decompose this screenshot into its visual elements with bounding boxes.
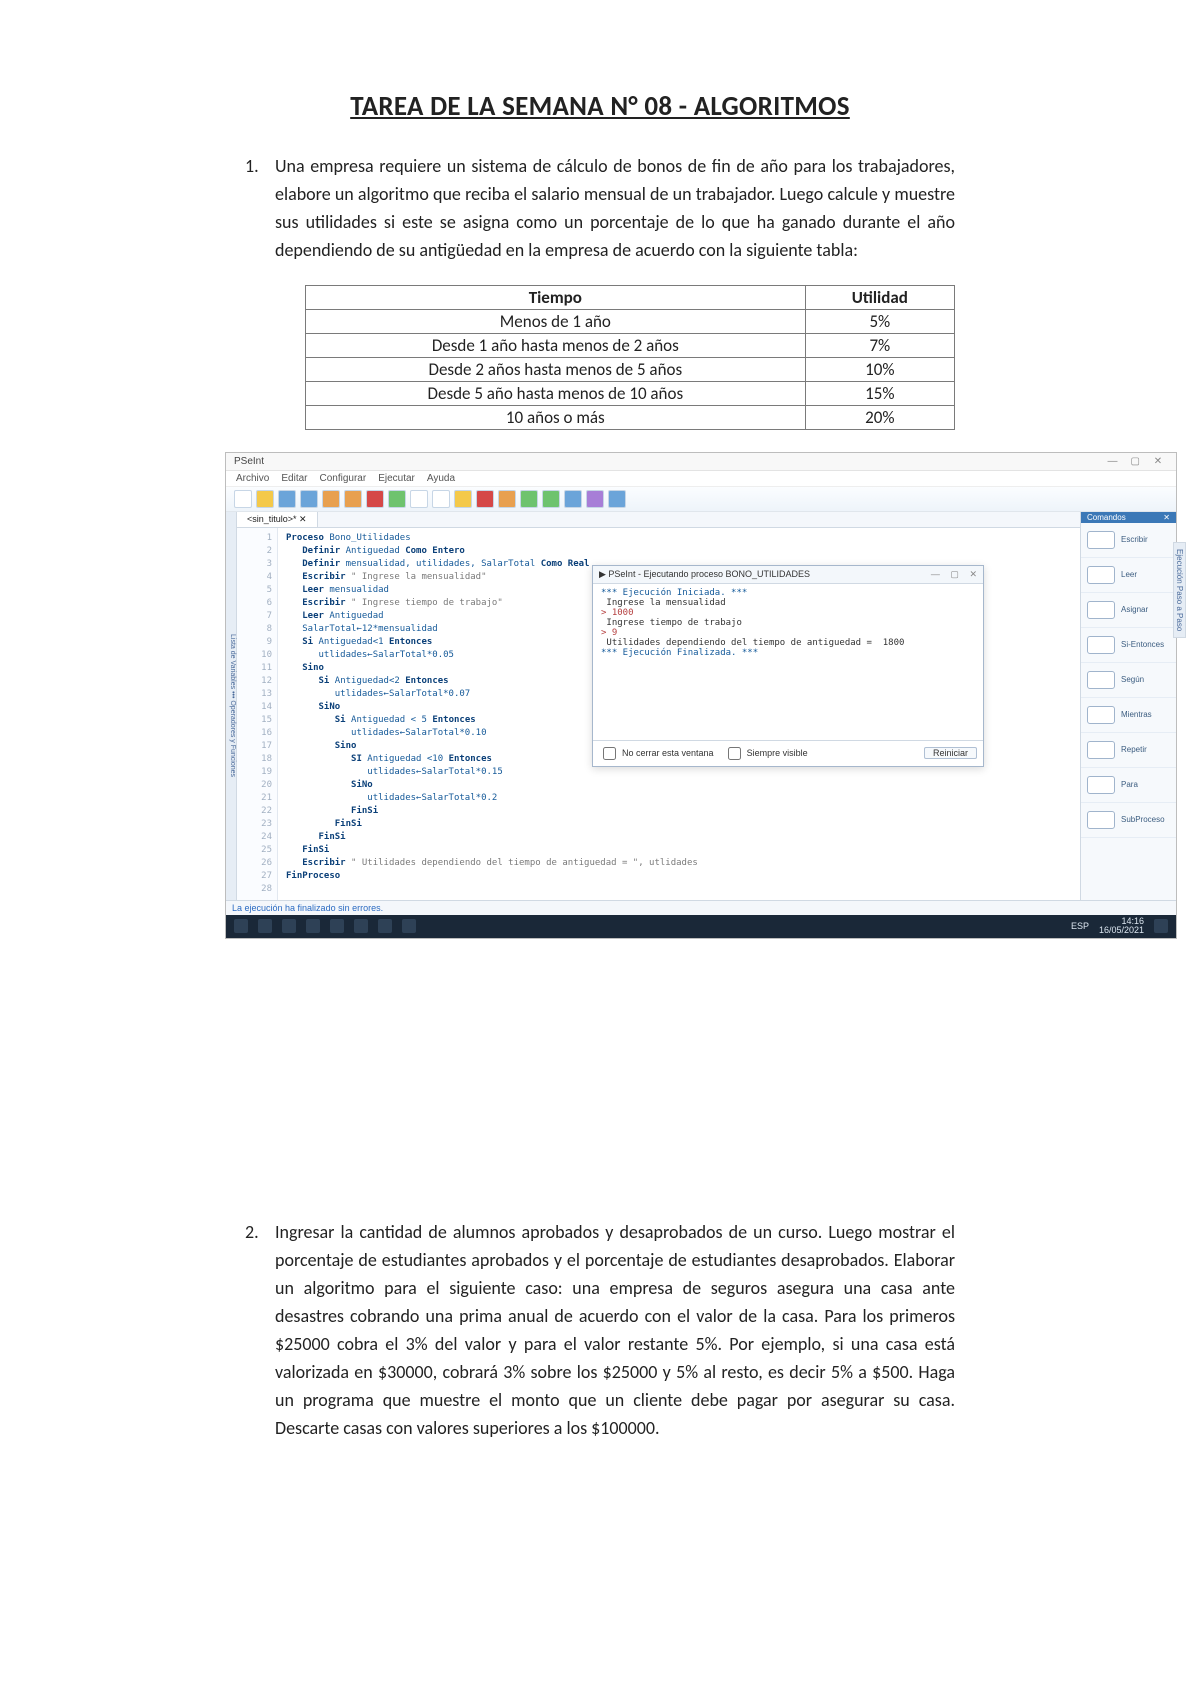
toolbar-button[interactable]: [344, 490, 362, 508]
para-icon: [1087, 776, 1115, 794]
toolbar-button[interactable]: [586, 490, 604, 508]
toolbar-button[interactable]: [608, 490, 626, 508]
status-bar: La ejecución ha finalizado sin errores.: [226, 900, 1176, 915]
toolbar-button[interactable]: [410, 490, 428, 508]
escribir-icon: [1087, 531, 1115, 549]
menu-editar[interactable]: Editar: [281, 473, 307, 484]
cmd-si-entonces[interactable]: Si-Entonces: [1081, 628, 1176, 663]
cmd-repetir[interactable]: Repetir: [1081, 733, 1176, 768]
segun-icon: [1087, 671, 1115, 689]
pseint-window: PSeInt — ▢ ✕ Archivo Editar Configurar E…: [225, 452, 1177, 940]
chk-no-cerrar[interactable]: No cerrar esta ventana: [599, 744, 714, 763]
menu-ayuda[interactable]: Ayuda: [427, 473, 455, 484]
leer-icon: [1087, 566, 1115, 584]
table-row: Desde 2 años hasta menos de 5 años10%: [306, 357, 955, 381]
maximize-icon[interactable]: ▢: [1125, 456, 1145, 467]
page-title: TAREA DE LA SEMANA N° 08 - ALGORITMOS: [245, 90, 955, 123]
asignar-icon: [1087, 601, 1115, 619]
line-gutter: 1 2 3 4 5 6 7 8 9 10 11 12 13 14 15 16 1…: [237, 528, 278, 900]
commands-header: Comandos: [1087, 513, 1126, 522]
popup-console: *** Ejecución Iniciada. *** Ingrese la m…: [593, 584, 983, 740]
chk-siempre-visible[interactable]: Siempre visible: [724, 744, 808, 763]
subproceso-icon: [1087, 811, 1115, 829]
question-1: 1. Una empresa requiere un sistema de cá…: [245, 153, 955, 265]
toolbar-button[interactable]: [498, 490, 516, 508]
toolbar-button[interactable]: [432, 490, 450, 508]
utilities-table: Tiempo Utilidad Menos de 1 año5% Desde 1…: [305, 285, 955, 430]
toolbar-button[interactable]: [476, 490, 494, 508]
table-row: Desde 1 año hasta menos de 2 años7%: [306, 333, 955, 357]
toolbar-button[interactable]: [278, 490, 296, 508]
windows-taskbar: ESP 14:16 16/05/2021: [226, 915, 1176, 939]
th-utilidad: Utilidad: [805, 285, 954, 309]
popup-title-text: ▶ PSeInt - Ejecutando proceso BONO_UTILI…: [599, 569, 810, 580]
th-tiempo: Tiempo: [306, 285, 806, 309]
taskbar-app-icon[interactable]: [354, 919, 368, 933]
right-side-tab[interactable]: Ejecución Paso a Paso: [1173, 542, 1186, 638]
tray-lang[interactable]: ESP: [1071, 921, 1089, 931]
table-row: 10 años o más20%: [306, 405, 955, 429]
taskbar-app-icon[interactable]: [378, 919, 392, 933]
cmd-mientras[interactable]: Mientras: [1081, 698, 1176, 733]
menu-bar: Archivo Editar Configurar Ejecutar Ayuda: [226, 471, 1176, 487]
search-icon[interactable]: [258, 919, 272, 933]
toolbar-button[interactable]: [542, 490, 560, 508]
popup-close-icon[interactable]: ✕: [969, 569, 977, 579]
table-row: Desde 5 año hasta menos de 10 años15%: [306, 381, 955, 405]
toolbar-button[interactable]: [454, 490, 472, 508]
cmd-asignar[interactable]: Asignar: [1081, 593, 1176, 628]
mientras-icon: [1087, 706, 1115, 724]
taskbar-app-icon[interactable]: [306, 919, 320, 933]
toolbar-button[interactable]: [256, 490, 274, 508]
minimize-icon[interactable]: —: [1102, 456, 1122, 467]
toolbar-button[interactable]: [388, 490, 406, 508]
q1-body: Una empresa requiere un sistema de cálcu…: [275, 153, 955, 265]
toolbar-button[interactable]: [564, 490, 582, 508]
popup-maximize-icon[interactable]: ▢: [950, 569, 959, 579]
table-row: Menos de 1 año5%: [306, 309, 955, 333]
toolbar-button[interactable]: [520, 490, 538, 508]
start-icon[interactable]: [234, 919, 248, 933]
q2-body: Ingresar la cantidad de alumnos aprobado…: [275, 1219, 955, 1442]
toolbar-button[interactable]: [234, 490, 252, 508]
app-title: PSeInt: [234, 456, 264, 467]
toolbar-button[interactable]: [300, 490, 318, 508]
taskbar-clock[interactable]: 14:16 16/05/2021: [1099, 917, 1144, 937]
q1-number: 1.: [245, 153, 275, 265]
left-sidebar[interactable]: Lista de Variables ••• Operadores y Func…: [226, 512, 237, 900]
execution-popup: ▶ PSeInt - Ejecutando proceso BONO_UTILI…: [592, 565, 984, 767]
notifications-icon[interactable]: [1154, 919, 1168, 933]
reiniciar-button[interactable]: Reiniciar: [924, 747, 977, 759]
cmd-escribir[interactable]: Escribir: [1081, 523, 1176, 558]
menu-ejecutar[interactable]: Ejecutar: [378, 473, 415, 484]
close-icon[interactable]: ✕: [1148, 456, 1168, 467]
commands-panel: Comandos ✕ Escribir Leer Asignar Si-Ento…: [1080, 512, 1176, 900]
editor-tab[interactable]: <sin_titulo>* ✕: [237, 512, 318, 527]
toolbar-button[interactable]: [366, 490, 384, 508]
q2-number: 2.: [245, 1219, 275, 1442]
cmd-leer[interactable]: Leer: [1081, 558, 1176, 593]
taskbar-app-icon[interactable]: [402, 919, 416, 933]
si-entonces-icon: [1087, 636, 1115, 654]
question-2: 2. Ingresar la cantidad de alumnos aprob…: [245, 1219, 955, 1442]
menu-archivo[interactable]: Archivo: [236, 473, 269, 484]
popup-minimize-icon[interactable]: —: [931, 569, 940, 579]
taskview-icon[interactable]: [282, 919, 296, 933]
editor-area: <sin_titulo>* ✕ 1 2 3 4 5 6 7 8 9 10 11 …: [237, 512, 1080, 900]
cmd-para[interactable]: Para: [1081, 768, 1176, 803]
toolbar: [226, 487, 1176, 512]
menu-configurar[interactable]: Configurar: [319, 473, 366, 484]
commands-close-icon[interactable]: ✕: [1163, 513, 1170, 522]
taskbar-app-icon[interactable]: [330, 919, 344, 933]
cmd-segun[interactable]: Según: [1081, 663, 1176, 698]
cmd-subproceso[interactable]: SubProceso: [1081, 803, 1176, 838]
repetir-icon: [1087, 741, 1115, 759]
toolbar-button[interactable]: [322, 490, 340, 508]
